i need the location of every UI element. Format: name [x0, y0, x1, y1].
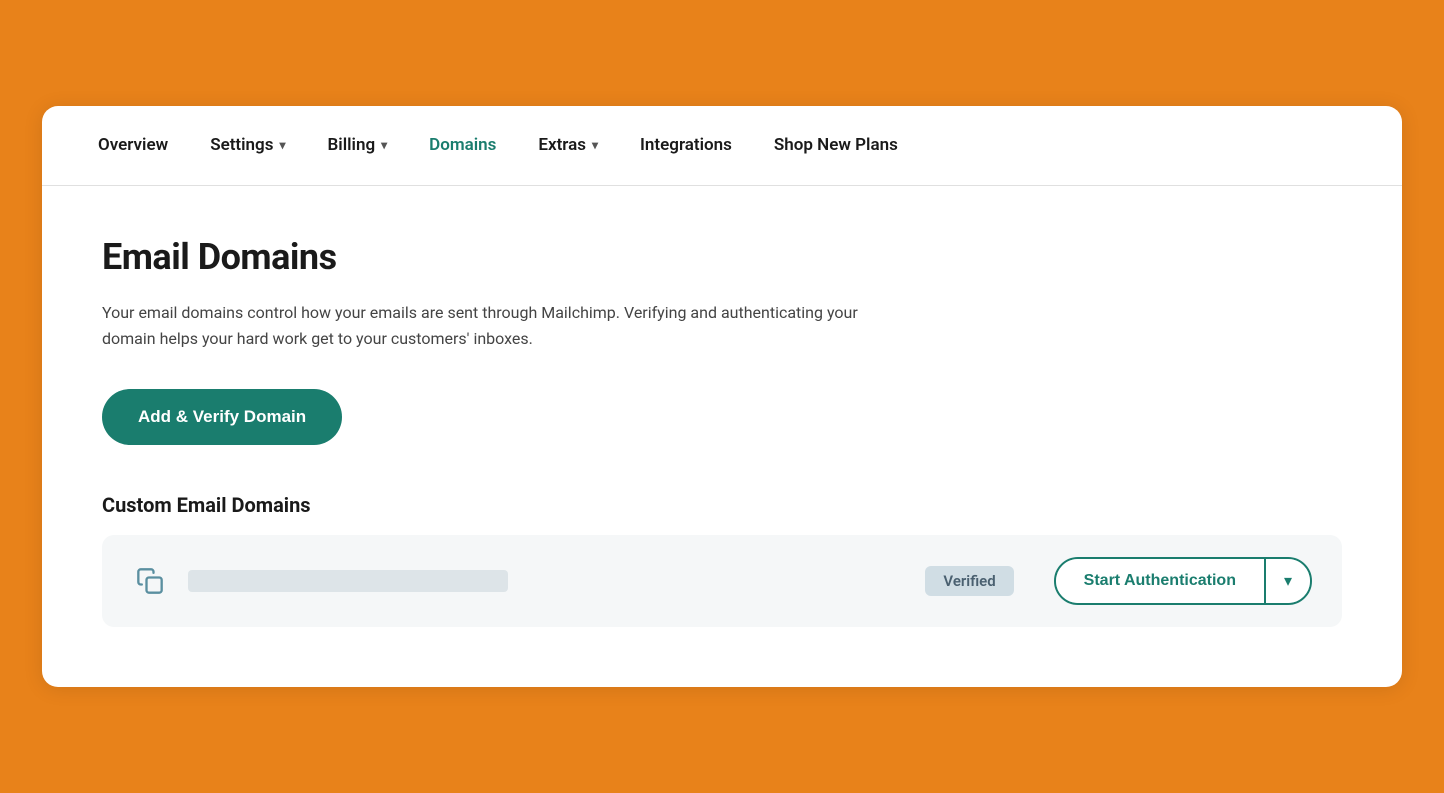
- verified-badge: Verified: [925, 566, 1013, 596]
- start-authentication-button-group: Start Authentication ▾: [1054, 557, 1312, 605]
- nav-item-overview[interactable]: Overview: [82, 125, 184, 165]
- main-content: Email Domains Your email domains control…: [42, 186, 1402, 687]
- chevron-down-icon: ▾: [381, 138, 387, 152]
- start-authentication-button[interactable]: Start Authentication: [1056, 559, 1264, 603]
- nav-label-settings: Settings: [210, 135, 273, 155]
- nav-bar: Overview Settings ▾ Billing ▾ Domains Ex…: [42, 106, 1402, 186]
- nav-item-integrations[interactable]: Integrations: [624, 125, 748, 165]
- main-card: Overview Settings ▾ Billing ▾ Domains Ex…: [42, 106, 1402, 687]
- nav-label-shop-new-plans: Shop New Plans: [774, 135, 898, 155]
- page-title: Email Domains: [102, 236, 1342, 278]
- domain-name-text: [188, 570, 508, 592]
- chevron-down-icon: ▾: [1284, 571, 1292, 591]
- nav-item-shop-new-plans[interactable]: Shop New Plans: [758, 125, 914, 165]
- section-title-custom-domains: Custom Email Domains: [102, 493, 1342, 517]
- nav-label-integrations: Integrations: [640, 135, 732, 155]
- nav-label-extras: Extras: [538, 135, 586, 155]
- nav-label-domains: Domains: [429, 135, 496, 155]
- domain-list-item: Verified Start Authentication ▾: [102, 535, 1342, 627]
- chevron-down-icon: ▾: [279, 138, 285, 152]
- chevron-down-icon: ▾: [592, 138, 598, 152]
- page-description: Your email domains control how your emai…: [102, 300, 902, 351]
- nav-item-billing[interactable]: Billing ▾: [312, 125, 404, 165]
- nav-label-billing: Billing: [328, 135, 376, 155]
- nav-item-extras[interactable]: Extras ▾: [522, 125, 614, 165]
- nav-item-domains[interactable]: Domains: [413, 125, 512, 165]
- copy-icon: [132, 563, 168, 599]
- add-verify-domain-button[interactable]: Add & Verify Domain: [102, 389, 342, 445]
- nav-item-settings[interactable]: Settings ▾: [194, 125, 301, 165]
- nav-label-overview: Overview: [98, 135, 168, 155]
- authentication-dropdown-button[interactable]: ▾: [1264, 559, 1310, 603]
